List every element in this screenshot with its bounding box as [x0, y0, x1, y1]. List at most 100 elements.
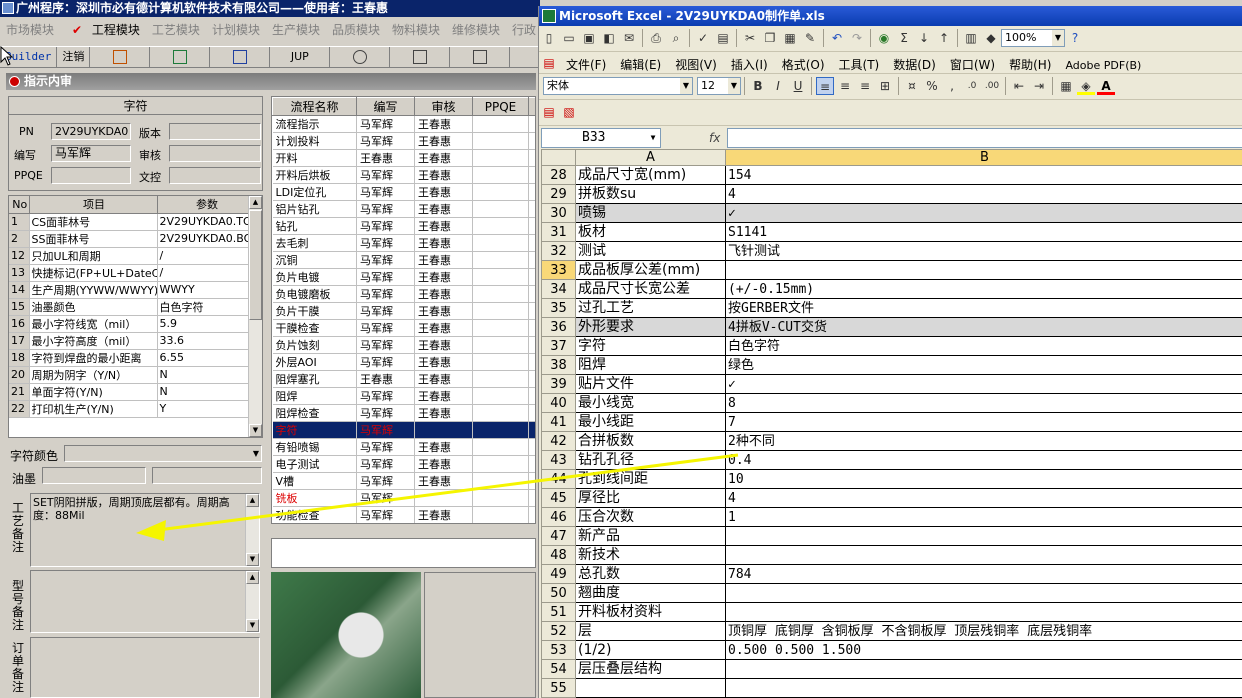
redo-icon[interactable]: ↷: [848, 29, 866, 47]
cell-b[interactable]: 8: [725, 393, 1242, 413]
cell-b[interactable]: 154: [725, 165, 1242, 185]
row-header[interactable]: 38: [541, 355, 576, 375]
cell-b[interactable]: 4拼板V-CUT交货: [725, 317, 1242, 337]
cell-a[interactable]: 新产品: [575, 526, 726, 546]
cell-a[interactable]: 最小线宽: [575, 393, 726, 413]
open-folder-icon[interactable]: ▭: [560, 29, 578, 47]
row-header[interactable]: 40: [541, 393, 576, 413]
process-row[interactable]: 铣板 马军辉: [272, 489, 535, 507]
cell-b[interactable]: ✓: [725, 374, 1242, 394]
cell-a[interactable]: 翘曲度: [575, 583, 726, 603]
scroll-down-icon[interactable]: ▼: [249, 424, 262, 437]
process-row[interactable]: 去毛刺 马军辉 王春惠: [272, 234, 535, 252]
cell-a[interactable]: 厚径比: [575, 488, 726, 508]
cell-b[interactable]: 2种不同: [725, 431, 1242, 451]
currency-icon[interactable]: ¤: [903, 77, 921, 95]
proc-col-review[interactable]: 审核: [414, 97, 473, 116]
review-field[interactable]: [169, 145, 261, 162]
cell-b[interactable]: 784: [725, 564, 1242, 584]
zoom-select[interactable]: 100% ▼: [1001, 29, 1065, 47]
copy-icon[interactable]: ❐: [761, 29, 779, 47]
param-row[interactable]: 22 打印机生产(Y/N) Y: [9, 400, 256, 418]
menu-help[interactable]: 帮助(H): [1002, 52, 1058, 73]
param-row[interactable]: 18 字符到焊盘的最小距离 6.55: [9, 349, 256, 367]
format-painter-icon[interactable]: ✎: [801, 29, 819, 47]
row-header[interactable]: 28: [541, 165, 576, 185]
param-row[interactable]: 17 最小字符高度（mil） 33.6: [9, 332, 256, 350]
param-row[interactable]: 15 油墨颜色 白色字符: [9, 298, 256, 316]
process-row[interactable]: 铝片钻孔 马军辉 王春惠: [272, 200, 535, 218]
cell-a[interactable]: 字符: [575, 336, 726, 356]
cell-a[interactable]: 层: [575, 621, 726, 641]
process-row[interactable]: 流程指示 马军辉 王春惠: [272, 115, 535, 133]
cell-a[interactable]: 最小线距: [575, 412, 726, 432]
paste-icon[interactable]: ▦: [781, 29, 799, 47]
toolbar-excel-button[interactable]: [150, 47, 211, 67]
param-row[interactable]: 2 SS面菲林号 2V29UYKDA0.BO: [9, 230, 256, 248]
cell-b[interactable]: 4: [725, 488, 1242, 508]
cell-a[interactable]: 层压叠层结构: [575, 659, 726, 679]
cell-a[interactable]: 外形要求: [575, 317, 726, 337]
cell-a[interactable]: 钻孔孔径: [575, 450, 726, 470]
cell-b[interactable]: [725, 545, 1242, 565]
cell-b[interactable]: 顶铜厚 底铜厚 含铜板厚 不含铜板厚 顶层残铜率 底层残铜率: [725, 621, 1242, 641]
percent-icon[interactable]: %: [923, 77, 941, 95]
menu-process[interactable]: 工艺模块: [146, 18, 206, 38]
row-header[interactable]: 37: [541, 336, 576, 356]
cell-a[interactable]: 喷锡: [575, 203, 726, 223]
cell-a[interactable]: 成品尺寸长宽公差: [575, 279, 726, 299]
row-header[interactable]: 46: [541, 507, 576, 527]
cell-b[interactable]: 绿色: [725, 355, 1242, 375]
process-row[interactable]: 外层AOI 马军辉 王春惠: [272, 353, 535, 371]
proc-col-author[interactable]: 编写: [356, 97, 415, 116]
process-row[interactable]: 电子测试 马军辉 王春惠: [272, 455, 535, 473]
column-header-a[interactable]: A: [575, 149, 726, 166]
cell-b[interactable]: ✓: [725, 203, 1242, 223]
cell-b[interactable]: 飞针测试: [725, 241, 1242, 261]
increase-decimal-icon[interactable]: .0: [963, 77, 981, 95]
param-col-item[interactable]: 项目: [29, 196, 158, 214]
toolbar-word-button[interactable]: [210, 47, 271, 67]
process-row[interactable]: 沉铜 马军辉 王春惠: [272, 251, 535, 269]
underline-icon[interactable]: U: [789, 77, 807, 95]
row-header[interactable]: 45: [541, 488, 576, 508]
cell-a[interactable]: 拼板数su: [575, 184, 726, 204]
menu-file[interactable]: 文件(F): [559, 52, 613, 73]
chart-wizard-icon[interactable]: ▥: [962, 29, 980, 47]
cell-b[interactable]: 0.500 0.500 1.500: [725, 640, 1242, 660]
toolbar-view-button[interactable]: [330, 47, 391, 67]
process-note-box[interactable]: SET阴阳拼版，周期顶底层都有。周期高度：88Mil ▲ ▼: [30, 493, 260, 567]
ppqe-field[interactable]: [51, 167, 131, 184]
process-row[interactable]: 功能检查 马军辉 王春惠: [272, 506, 535, 523]
model-note-box[interactable]: ▲ ▼: [30, 570, 260, 633]
pdf-convert-icon[interactable]: ▤: [540, 103, 558, 121]
research-icon[interactable]: ▤: [714, 29, 732, 47]
cell-b[interactable]: S1141: [725, 222, 1242, 242]
cell-a[interactable]: 过孔工艺: [575, 298, 726, 318]
author-field[interactable]: 马军辉: [51, 145, 131, 162]
process-input-box[interactable]: [271, 538, 536, 568]
spelling-icon[interactable]: ✓: [694, 29, 712, 47]
fill-color-icon[interactable]: ◈: [1077, 77, 1095, 95]
sort-descending-icon[interactable]: ↑: [935, 29, 953, 47]
cell-a[interactable]: (1/2): [575, 640, 726, 660]
select-all-corner[interactable]: [541, 149, 576, 166]
process-row[interactable]: 负片干膜 马军辉 王春惠: [272, 302, 535, 320]
row-header[interactable]: 36: [541, 317, 576, 337]
cell-b[interactable]: 1: [725, 507, 1242, 527]
cell-b[interactable]: 按GERBER文件: [725, 298, 1242, 318]
row-header[interactable]: 42: [541, 431, 576, 451]
process-row[interactable]: 开料 王春惠 王春惠: [272, 149, 535, 167]
row-header[interactable]: 53: [541, 640, 576, 660]
cell-b[interactable]: [725, 659, 1242, 679]
scroll-up-icon[interactable]: ▲: [246, 571, 259, 584]
process-row[interactable]: 负电镀磨板 马军辉 王春惠: [272, 285, 535, 303]
cell-b[interactable]: [725, 583, 1242, 603]
comma-style-icon[interactable]: ,: [943, 77, 961, 95]
cell-a[interactable]: [575, 678, 726, 698]
process-row[interactable]: LDI定位孔 马军辉 王春惠: [272, 183, 535, 201]
process-row[interactable]: 计划投料 马军辉 王春惠: [272, 132, 535, 150]
version-field[interactable]: [169, 123, 261, 140]
row-header[interactable]: 29: [541, 184, 576, 204]
cell-a[interactable]: 总孔数: [575, 564, 726, 584]
